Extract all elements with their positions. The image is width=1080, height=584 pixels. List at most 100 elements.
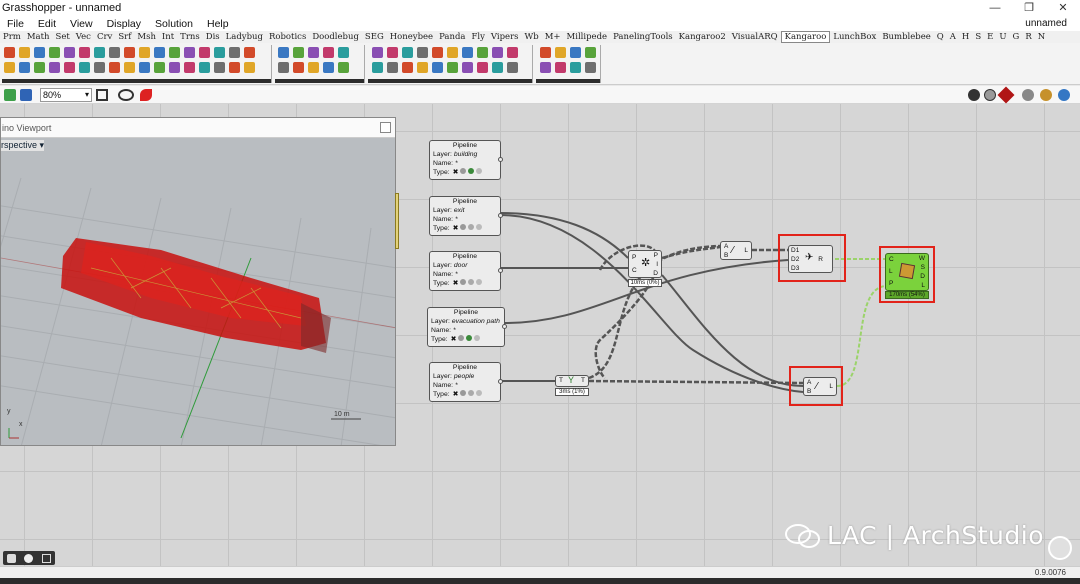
tree-component[interactable]: T Y T	[555, 375, 589, 387]
type-curve-icon[interactable]	[460, 168, 467, 174]
line-component-top[interactable]: A B ⁄ L	[720, 241, 752, 260]
name-value[interactable]: *	[455, 271, 458, 278]
type-mesh-icon[interactable]	[476, 224, 483, 230]
param-name-row: Name: *	[430, 381, 500, 390]
param-title: Pipeline	[452, 364, 478, 371]
highlight-box-solver	[879, 246, 935, 303]
param-title: Pipeline	[452, 142, 478, 149]
points-input-c[interactable]: C	[632, 267, 637, 274]
type-mesh-icon[interactable]	[476, 168, 483, 174]
type-surface-icon[interactable]	[468, 224, 475, 230]
type-surface-icon[interactable]	[466, 335, 473, 341]
line-top-input-b[interactable]: B	[724, 252, 728, 259]
type-cross-icon[interactable]: ✖	[451, 336, 457, 343]
layer-label: Layer:	[433, 151, 452, 158]
tree-output-t[interactable]: T	[581, 377, 585, 384]
points-output-d[interactable]: D	[653, 270, 658, 277]
layer-value[interactable]: evacuation path	[452, 318, 500, 325]
layer-value[interactable]: building	[454, 151, 477, 158]
param-output-grip[interactable]	[502, 324, 507, 329]
type-surface-icon[interactable]	[468, 168, 475, 174]
param-name-row: Name: *	[430, 215, 500, 224]
canvas-quick-tools	[3, 551, 55, 565]
param-name-row: Name: *	[428, 326, 504, 335]
param-output-grip[interactable]	[498, 213, 503, 218]
taskbar-strip	[0, 578, 1080, 584]
name-label: Name:	[433, 382, 454, 389]
pipeline-param[interactable]: Pipeline Layer: door Name: * Type: ✖	[429, 251, 503, 291]
name-label: Name:	[433, 271, 454, 278]
navigation-compass-icon[interactable]	[1048, 536, 1072, 560]
trash-icon[interactable]	[41, 553, 51, 563]
name-value[interactable]: *	[455, 382, 458, 389]
points-cloud-icon: ✲	[641, 257, 651, 269]
axis-y-label: y	[7, 408, 11, 415]
type-surface-icon[interactable]	[468, 390, 475, 396]
param-layer-row: Layer: people	[430, 372, 500, 381]
type-curve-icon[interactable]	[458, 335, 465, 341]
tree-input-t[interactable]: T	[559, 377, 563, 384]
status-bar: 0.9.0076	[0, 566, 1080, 578]
wire-exit-to-points	[499, 212, 629, 259]
pipeline-param[interactable]: Pipeline Layer: exit Name: * Type: ✖	[429, 196, 503, 236]
rhino-viewport[interactable]: ino Viewport rspective ▾ 10 m y x	[0, 117, 396, 446]
points-component[interactable]: P C ✲ P I D	[628, 250, 662, 278]
points-input-p[interactable]: P	[632, 254, 636, 261]
panel-resize-handle[interactable]	[395, 193, 399, 249]
pipeline-param[interactable]: Pipeline Layer: evacuation path Name: * Type:…	[427, 307, 507, 347]
viewport-scene: 10 m	[1, 177, 395, 445]
name-label: Name:	[433, 216, 454, 223]
param-name-row: Name: *	[430, 159, 500, 168]
param-output-grip[interactable]	[498, 268, 503, 273]
line-top-input-a[interactable]: A	[724, 243, 728, 250]
param-output-grip[interactable]	[498, 379, 503, 384]
line-top-output-l[interactable]: L	[744, 247, 748, 254]
wire-exit-to-line-bottom	[499, 214, 804, 393]
wechat-icon	[785, 523, 820, 548]
pipeline-param[interactable]: Pipeline Layer: people Name: * Type: ✖	[429, 362, 503, 402]
highlight-box-force	[778, 234, 846, 282]
param-type-row: Type: ✖	[430, 224, 500, 233]
type-surface-icon[interactable]	[468, 279, 475, 285]
param-layer-row: Layer: evacuation path	[428, 317, 504, 326]
name-label: Name:	[431, 327, 452, 334]
axis-x-label: x	[19, 421, 23, 428]
name-value[interactable]: *	[455, 160, 458, 167]
layer-value[interactable]: door	[454, 262, 468, 269]
cancel-icon[interactable]	[24, 553, 34, 563]
param-type-row: Type: ✖	[430, 279, 500, 288]
type-mesh-icon[interactable]	[476, 390, 483, 396]
hand-tool-icon[interactable]	[7, 553, 17, 563]
type-label: Type:	[433, 391, 450, 398]
type-curve-icon[interactable]	[460, 390, 467, 396]
type-cross-icon[interactable]: ✖	[453, 391, 459, 398]
name-value[interactable]: *	[453, 327, 456, 334]
points-output-p[interactable]: P	[654, 252, 658, 259]
layer-value[interactable]: people	[454, 373, 474, 380]
highlight-box-line	[789, 366, 843, 406]
param-layer-row: Layer: building	[430, 150, 500, 159]
type-mesh-icon[interactable]	[474, 335, 481, 341]
scale-bar-label: 10 m	[334, 411, 350, 418]
type-label: Type:	[433, 225, 450, 232]
viewport-close-button[interactable]	[380, 122, 391, 133]
tree-timing-label: 3ms (1%)	[555, 388, 589, 396]
type-label: Type:	[433, 169, 450, 176]
param-name-row: Name: *	[430, 270, 500, 279]
param-layer-row: Layer: door	[430, 261, 500, 270]
name-value[interactable]: *	[455, 216, 458, 223]
type-mesh-icon[interactable]	[476, 279, 483, 285]
type-label: Type:	[433, 280, 450, 287]
type-curve-icon[interactable]	[460, 224, 467, 230]
watermark-text: LAC | ArchStudio	[827, 521, 1044, 550]
param-output-grip[interactable]	[498, 157, 503, 162]
type-cross-icon[interactable]: ✖	[453, 280, 459, 287]
type-curve-icon[interactable]	[460, 279, 467, 285]
layer-label: Layer:	[433, 207, 452, 214]
type-cross-icon[interactable]: ✖	[453, 169, 459, 176]
type-cross-icon[interactable]: ✖	[453, 225, 459, 232]
pipeline-param[interactable]: Pipeline Layer: building Name: * Type: ✖	[429, 140, 503, 180]
param-type-row: Type: ✖	[430, 390, 500, 399]
points-output-i[interactable]: I	[656, 261, 658, 268]
layer-value[interactable]: exit	[454, 207, 465, 214]
